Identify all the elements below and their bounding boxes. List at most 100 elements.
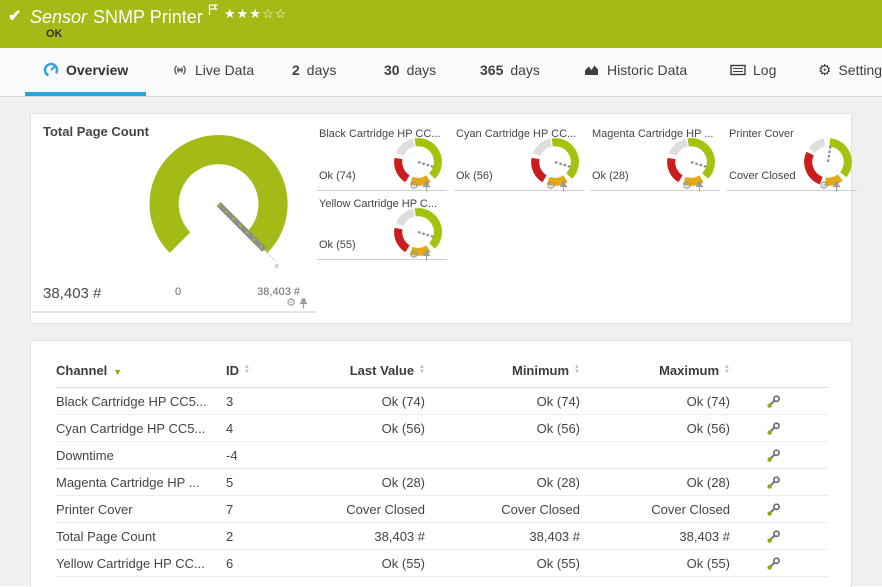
gauge-tile-printer-cover[interactable]: Printer Cover Cover Closed ⚙	[727, 124, 857, 191]
last-value: Ok (56)	[326, 415, 461, 442]
gauge-title: Printer Cover	[729, 128, 794, 140]
gauges-panel: Total Page Count × 0 38,403 # 38,403 # ⚙…	[30, 113, 852, 324]
tab-label: days	[510, 62, 540, 78]
total-page-count-gauge: ×	[131, 128, 311, 284]
tab-overview[interactable]: Overview	[25, 48, 146, 96]
edit-channel-icon[interactable]	[766, 422, 780, 436]
sensor-name: SNMP Printer	[93, 7, 203, 27]
gauge-tile-cyan-cartridge[interactable]: Cyan Cartridge HP CC... Ok (56) ⚙	[454, 124, 584, 191]
channel-name: Printer Cover	[56, 496, 226, 523]
gauge-value: Cover Closed	[729, 170, 796, 182]
tab-30-days[interactable]: 30 days	[380, 48, 440, 92]
sort-desc-icon: ▼	[113, 367, 122, 377]
pin-icon[interactable]	[559, 181, 568, 192]
table-row: Downtime -4	[56, 442, 828, 469]
channel-name: Total Page Count	[56, 523, 226, 550]
tab-log[interactable]: Log	[726, 48, 780, 92]
channel-name: Yellow Cartridge HP CC...	[56, 550, 226, 577]
gauge-tile-magenta-cartridge[interactable]: Magenta Cartridge HP ... Ok (28) ⚙	[590, 124, 720, 191]
channel-id: 3	[226, 388, 326, 415]
pin-icon[interactable]	[422, 250, 431, 261]
tab-2-days[interactable]: 2 days	[288, 48, 340, 92]
tab-number: 2	[292, 62, 300, 78]
edit-channel-icon[interactable]	[766, 395, 780, 409]
channel-name: Magenta Cartridge HP ...	[56, 469, 226, 496]
sensor-type-label: Sensor	[30, 7, 87, 27]
column-header-channel[interactable]: Channel▼	[56, 355, 226, 388]
sort-icon: ▲▼	[244, 365, 250, 375]
pin-icon[interactable]	[299, 298, 308, 309]
maximum-value: Cover Closed	[616, 496, 766, 523]
overview-content: Total Page Count × 0 38,403 # 38,403 # ⚙…	[0, 97, 882, 586]
sort-icon: ▲▼	[419, 365, 425, 375]
channels-panel: Channel▼ ID▲▼ Last Value▲▼ Minimum▲▼ Max…	[30, 340, 852, 587]
channel-id: -4	[226, 442, 326, 469]
minimum-value: Ok (74)	[461, 388, 616, 415]
log-icon	[730, 62, 746, 78]
gear-icon[interactable]: ⚙	[546, 181, 556, 192]
tab-label: days	[307, 62, 337, 78]
page-title: Sensor SNMP Printer	[30, 4, 218, 28]
priority-stars[interactable]: ★★★☆☆	[224, 6, 287, 22]
gear-icon[interactable]: ⚙	[409, 250, 419, 261]
edit-channel-icon[interactable]	[766, 449, 780, 463]
gauge-value: Ok (55)	[319, 239, 356, 251]
gear-icon[interactable]: ⚙	[286, 298, 296, 309]
total-page-count-tile[interactable]: Total Page Count × 0 38,403 # 38,403 # ⚙	[31, 114, 316, 313]
minimum-value	[461, 442, 616, 469]
gear-icon[interactable]: ⚙	[409, 181, 419, 192]
stars-empty: ☆☆	[262, 6, 287, 21]
gauge-scale-min: 0	[175, 286, 181, 298]
table-row: Yellow Cartridge HP CC... 6 Ok (55) Ok (…	[56, 550, 828, 577]
tab-label: Overview	[66, 62, 128, 78]
tab-historic-data[interactable]: Historic Data	[580, 48, 691, 92]
flag-icon	[208, 4, 218, 16]
minimum-value: Ok (55)	[461, 550, 616, 577]
table-row: Total Page Count 2 38,403 # 38,403 # 38,…	[56, 523, 828, 550]
tab-label: Log	[753, 62, 776, 78]
gear-icon[interactable]: ⚙	[682, 181, 692, 192]
last-value: Ok (55)	[326, 550, 461, 577]
overview-gauge-icon	[43, 62, 59, 78]
channel-name: Black Cartridge HP CC5...	[56, 388, 226, 415]
settings-gear-icon: ⚙	[818, 63, 831, 78]
live-data-icon	[172, 62, 188, 78]
tab-live-data[interactable]: Live Data	[168, 48, 258, 92]
maximum-value: Ok (55)	[616, 550, 766, 577]
svg-text:×: ×	[274, 261, 279, 271]
column-header-minimum[interactable]: Minimum▲▼	[461, 355, 616, 388]
gauge-tile-black-cartridge[interactable]: Black Cartridge HP CC... Ok (74) ⚙	[317, 124, 447, 191]
last-value: Ok (28)	[326, 469, 461, 496]
minimum-value: Ok (56)	[461, 415, 616, 442]
tab-label: Live Data	[195, 62, 254, 78]
table-row: Cyan Cartridge HP CC5... 4 Ok (56) Ok (5…	[56, 415, 828, 442]
tab-label: days	[407, 62, 437, 78]
channel-id: 2	[226, 523, 326, 550]
minimum-value: 38,403 #	[461, 523, 616, 550]
minimum-value: Cover Closed	[461, 496, 616, 523]
edit-channel-icon[interactable]	[766, 530, 780, 544]
column-header-last-value[interactable]: Last Value▲▼	[326, 355, 461, 388]
pin-icon[interactable]	[695, 181, 704, 192]
table-row: Printer Cover 7 Cover Closed Cover Close…	[56, 496, 828, 523]
maximum-value: Ok (74)	[616, 388, 766, 415]
sort-icon: ▲▼	[574, 365, 580, 375]
edit-channel-icon[interactable]	[766, 503, 780, 517]
pin-icon[interactable]	[422, 181, 431, 192]
tab-365-days[interactable]: 365 days	[476, 48, 544, 92]
gauge-value: Ok (74)	[319, 170, 356, 182]
ok-check-icon: ✔	[8, 6, 21, 26]
edit-channel-icon[interactable]	[766, 476, 780, 490]
sensor-header: ✔ Sensor SNMP Printer ★★★☆☆ OK	[0, 0, 882, 48]
tab-settings[interactable]: ⚙ Settings	[814, 48, 882, 92]
gauge-tile-yellow-cartridge[interactable]: Yellow Cartridge HP C... Ok (55) ⚙	[317, 194, 447, 260]
gear-icon[interactable]: ⚙	[819, 181, 829, 192]
tab-number: 30	[384, 62, 400, 78]
minimum-value: Ok (28)	[461, 469, 616, 496]
column-header-id[interactable]: ID▲▼	[226, 355, 326, 388]
pin-icon[interactable]	[832, 181, 841, 192]
column-header-maximum[interactable]: Maximum▲▼	[616, 355, 766, 388]
status-badge: OK	[46, 28, 63, 40]
maximum-value	[616, 442, 766, 469]
edit-channel-icon[interactable]	[766, 557, 780, 571]
